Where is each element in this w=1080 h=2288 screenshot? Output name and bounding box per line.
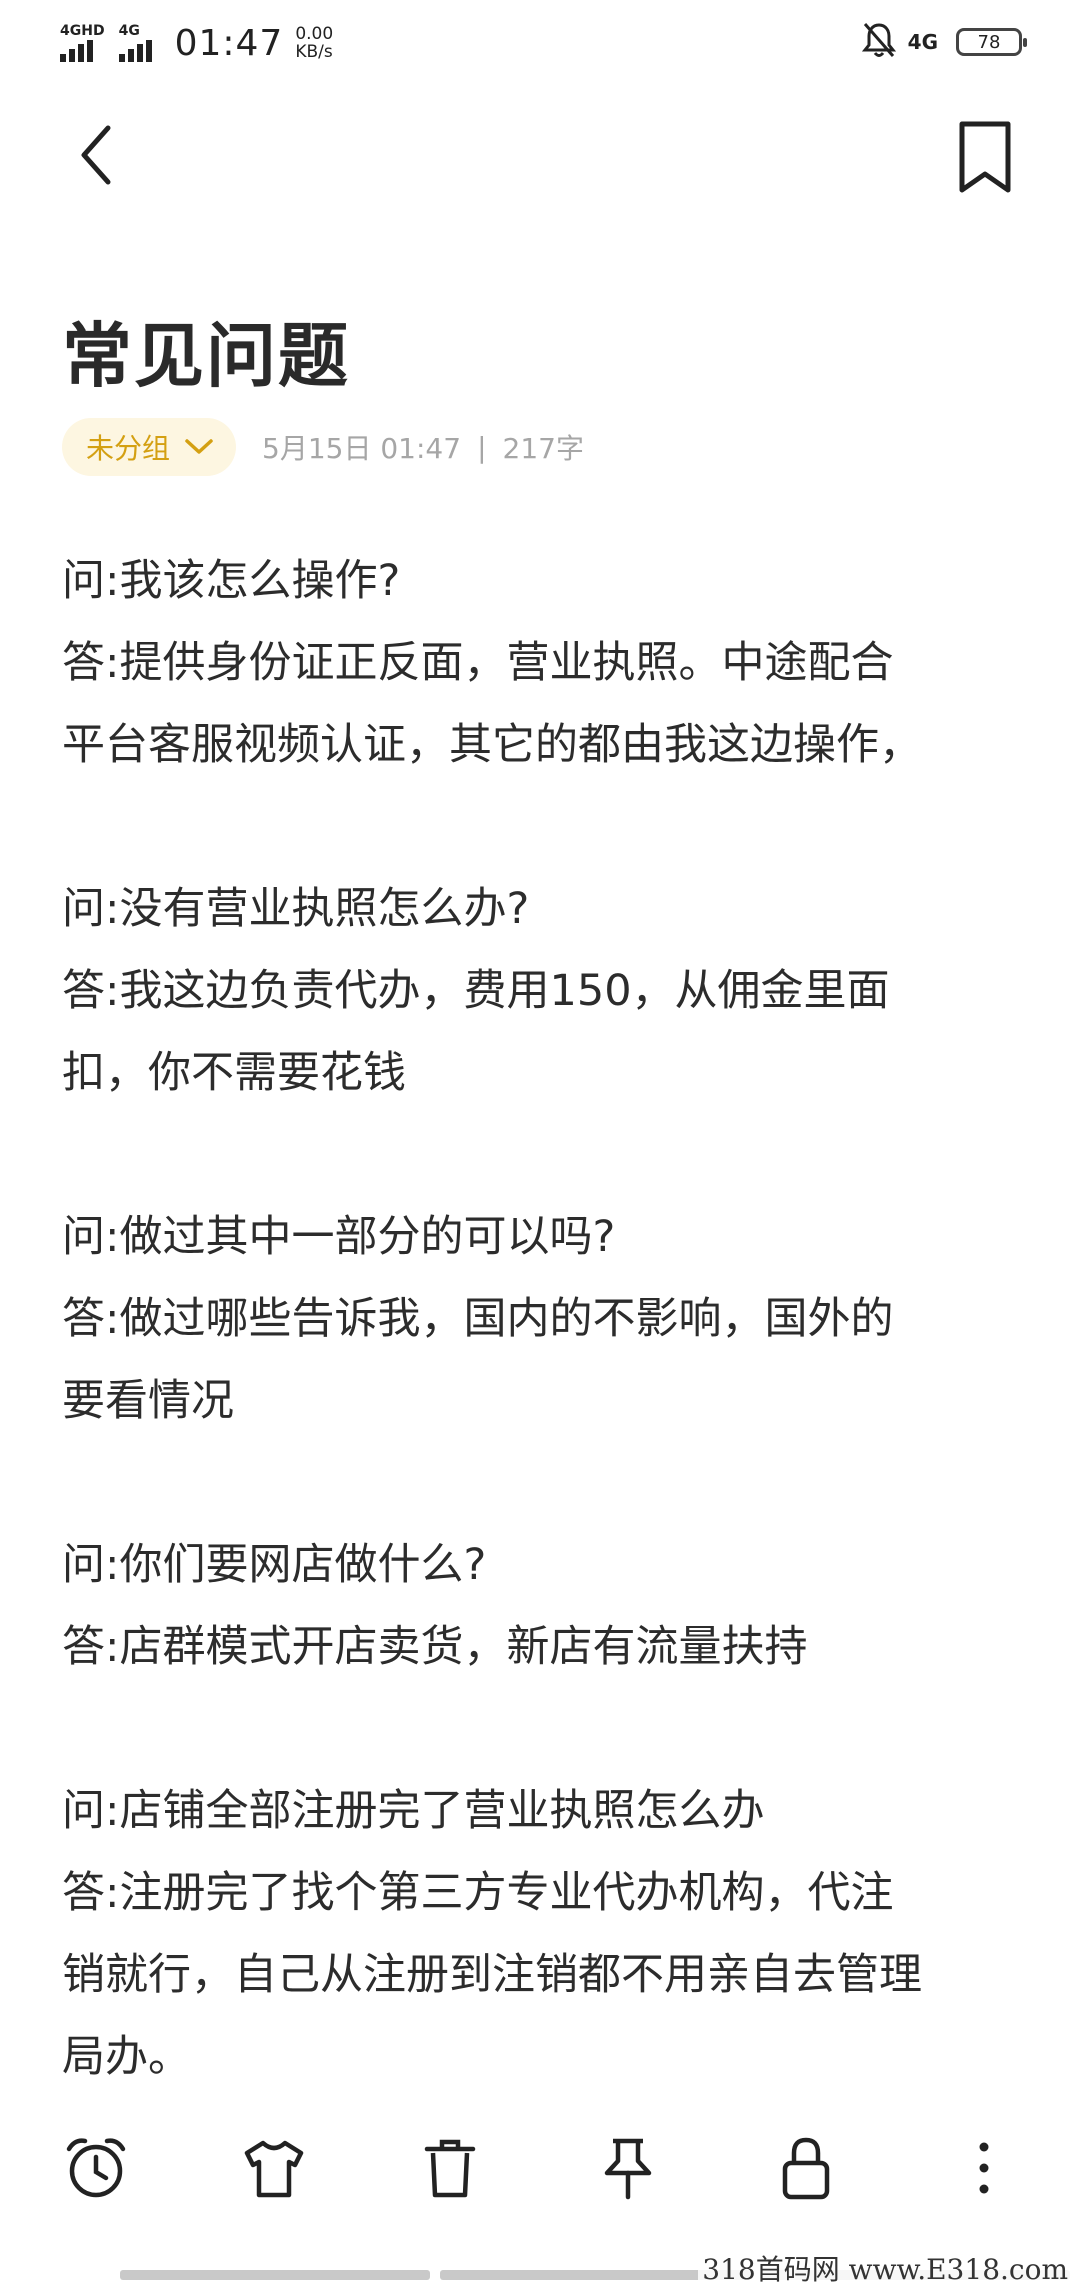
signal-icon-sim2: 4G xyxy=(118,23,155,62)
note-line: 要看情况 xyxy=(62,1376,234,1426)
shirt-icon xyxy=(244,2140,304,2198)
note-body[interactable]: 问:我该怎么操作? 答:提供身份证正反面，营业执照。中途配合 平台客服视频认证，… xyxy=(62,540,1032,2098)
bottom-toolbar xyxy=(0,2092,1080,2242)
note-title[interactable]: 常见问题 xyxy=(62,300,350,401)
chevron-down-icon xyxy=(185,439,213,454)
note-date: 5月15日 01:47 xyxy=(262,432,462,465)
note-line: 局办。 xyxy=(62,2032,191,2082)
battery-icon: 78 xyxy=(956,28,1027,56)
note-line: 答:提供身份证正反面，营业执照。中途配合 xyxy=(62,638,894,688)
status-bar-right: 4G 78 xyxy=(861,20,1027,64)
lock-icon xyxy=(782,2137,830,2200)
alarm-icon xyxy=(66,2138,126,2198)
group-label: 未分组 xyxy=(86,432,171,465)
note-line: 问:你们要网店做什么? xyxy=(62,1540,487,1590)
network-speed-value: 0.00 xyxy=(295,24,334,44)
note-blank-line xyxy=(62,1114,1032,1196)
signal-label-sim2: 4G xyxy=(118,23,140,39)
signal-label-sim1: 4GHD xyxy=(60,23,105,39)
note-blank-line xyxy=(62,1688,1032,1770)
note-meta: 未分组 5月15日 01:47 | 217字 xyxy=(62,418,584,476)
network-type-label: 4G xyxy=(907,30,938,54)
bookmark-icon xyxy=(959,121,1011,193)
note-line: 扣，你不需要花钱 xyxy=(62,1048,406,1098)
lock-button[interactable] xyxy=(766,2128,846,2208)
theme-button[interactable] xyxy=(234,2128,314,2208)
bell-off-icon xyxy=(861,21,896,63)
note-blank-line xyxy=(62,1442,1032,1524)
note-line: 答:我这边负责代办，费用150，从佣金里面 xyxy=(62,966,890,1016)
note-line: 答:做过哪些告诉我，国内的不影响，国外的 xyxy=(62,1294,894,1344)
note-line: 问:没有营业执照怎么办? xyxy=(62,884,530,934)
note-line: 问:我该怎么操作? xyxy=(62,556,401,606)
chevron-left-icon xyxy=(81,125,111,185)
note-line: 销就行，自己从注册到注销都不用亲自去管理 xyxy=(62,1950,922,2000)
bookmark-button[interactable] xyxy=(950,118,1020,198)
note-line: 问:店铺全部注册完了营业执照怎么办 xyxy=(62,1786,765,1836)
network-speed: 0.00 KB/s xyxy=(295,25,333,61)
signal-icon-sim1: 4GHD xyxy=(60,24,105,62)
note-info: 5月15日 01:47 | 217字 xyxy=(262,427,584,467)
watermark-text: 318首码网 www.E318.com xyxy=(698,2248,1072,2288)
more-button[interactable] xyxy=(944,2128,1024,2208)
pin-button[interactable] xyxy=(588,2128,668,2208)
pin-icon xyxy=(604,2138,652,2200)
group-selector[interactable]: 未分组 xyxy=(62,418,237,476)
note-line: 平台客服视频认证，其它的都由我这边操作， xyxy=(62,720,922,770)
word-count: 217字 xyxy=(502,432,584,465)
status-time: 01:47 xyxy=(174,22,284,64)
network-speed-unit: KB/s xyxy=(295,42,333,62)
note-blank-line xyxy=(62,786,1032,868)
status-bar: 4GHD 4G 01:47 0.00 KB/s 4G 78 xyxy=(0,0,1080,84)
note-line: 答:店群模式开店卖货，新店有流量扶持 xyxy=(62,1622,808,1672)
delete-button[interactable] xyxy=(410,2128,490,2208)
more-icon xyxy=(979,2142,989,2194)
battery-level: 78 xyxy=(977,31,1001,53)
note-line: 答:注册完了找个第三方专业代办机构，代注 xyxy=(62,1868,894,1918)
trash-icon xyxy=(424,2139,476,2198)
status-bar-left: 4GHD 4G 01:47 0.00 KB/s xyxy=(60,18,333,68)
note-line: 问:做过其中一部分的可以吗? xyxy=(62,1212,616,1262)
reminder-button[interactable] xyxy=(56,2128,136,2208)
back-button[interactable] xyxy=(70,120,130,190)
meta-separator: | xyxy=(477,430,487,464)
